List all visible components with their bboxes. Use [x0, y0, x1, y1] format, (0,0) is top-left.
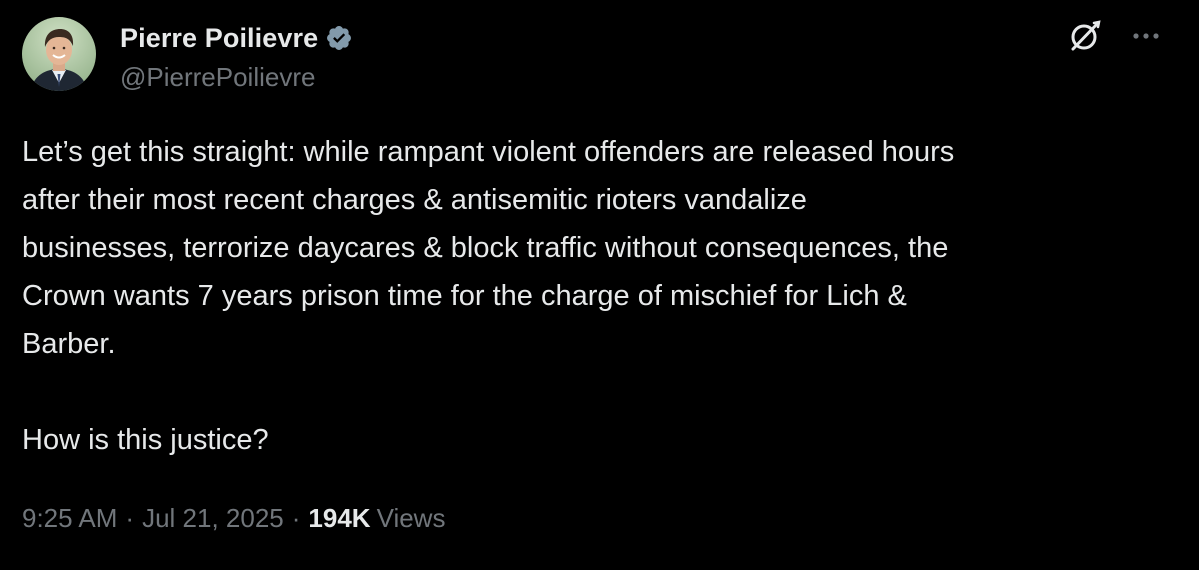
avatar[interactable] — [22, 17, 96, 91]
grok-icon[interactable] — [1067, 18, 1103, 54]
tweet-date[interactable]: Jul 21, 2025 — [142, 503, 284, 534]
meta-separator: · — [125, 503, 135, 533]
tweet-metadata: 9:25 AM · Jul 21, 2025 · 194K Views — [22, 503, 445, 534]
meta-separator: · — [291, 503, 301, 533]
tweet-text: Let’s get this straight: while rampant v… — [22, 136, 955, 456]
name-row: Pierre Poilievre — [120, 20, 353, 56]
tweet-card: Pierre Poilievre @PierrePoilievre Let’s … — [0, 0, 1199, 570]
verified-badge-icon[interactable] — [325, 24, 353, 52]
author-names: Pierre Poilievre @PierrePoilievre — [120, 17, 353, 93]
author-display-name[interactable]: Pierre Poilievre — [120, 23, 318, 54]
views-count[interactable]: 194K — [308, 503, 370, 534]
more-options-icon[interactable] — [1131, 21, 1161, 51]
tweet-actions — [1067, 18, 1161, 54]
previous-tweet-edge — [0, 0, 600, 2]
tweet-header: Pierre Poilievre @PierrePoilievre — [22, 17, 353, 97]
author-handle[interactable]: @PierrePoilievre — [120, 62, 353, 93]
tweet-time[interactable]: 9:25 AM — [22, 503, 117, 534]
views-label[interactable]: Views — [377, 503, 446, 534]
